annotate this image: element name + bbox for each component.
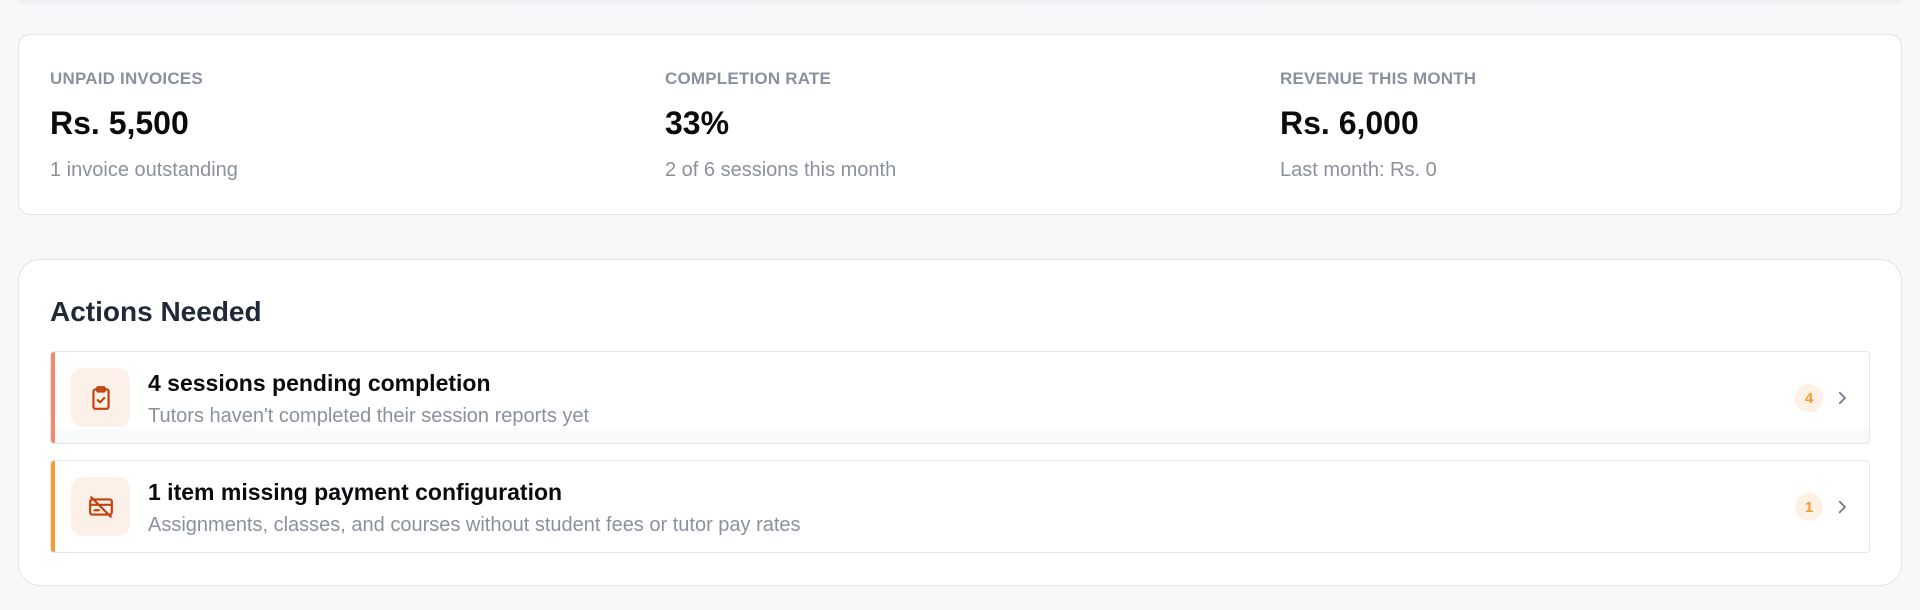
stat-label: COMPLETION RATE <box>665 69 832 88</box>
action-description: Tutors haven't completed their session r… <box>148 405 590 427</box>
stats-summary-card: UNPAID INVOICES Rs. 5,500 1 invoice outs… <box>18 34 1902 215</box>
stat-subtext: 1 invoice outstanding <box>50 159 238 181</box>
stat-subtext: 2 of 6 sessions this month <box>665 159 897 181</box>
stat-label: UNPAID INVOICES <box>50 69 203 88</box>
stat-value: Rs. 6,000 <box>1280 105 1419 141</box>
actions-needed-card: Actions Needed 4 sessions pending comple… <box>18 259 1902 586</box>
chevron-right-icon <box>1838 391 1846 405</box>
stat-subtext: Last month: Rs. 0 <box>1280 159 1437 181</box>
clipboard-check-icon <box>71 368 130 427</box>
stat-value: 33% <box>665 105 730 141</box>
previous-card-edge <box>18 0 1902 6</box>
stat-label: REVENUE THIS MONTH <box>1280 69 1477 88</box>
actions-needed-title: Actions Needed <box>50 296 262 327</box>
count-badge: 1 <box>1795 493 1823 521</box>
credit-card-off-icon <box>71 477 130 536</box>
action-sessions-pending[interactable]: 4 sessions pending completion Tutors hav… <box>50 351 1870 444</box>
stat-unpaid-invoices: UNPAID INVOICES Rs. 5,500 1 invoice outs… <box>50 69 238 182</box>
stat-revenue-this-month: REVENUE THIS MONTH Rs. 6,000 Last month:… <box>1280 69 1476 182</box>
action-text: 4 sessions pending completion Tutors hav… <box>148 370 589 428</box>
stat-completion-rate: COMPLETION RATE 33% 2 of 6 sessions this… <box>665 69 896 182</box>
action-missing-payment-config[interactable]: 1 item missing payment configuration Ass… <box>50 460 1870 553</box>
accent-bar <box>51 461 55 552</box>
action-title: 4 sessions pending completion <box>148 370 491 396</box>
stat-value: Rs. 5,500 <box>50 105 189 141</box>
action-description: Assignments, classes, and courses withou… <box>148 514 801 536</box>
row-footer-strip <box>55 429 1869 443</box>
action-title: 1 item missing payment configuration <box>148 479 563 505</box>
count-badge: 4 <box>1795 384 1823 412</box>
chevron-right-icon <box>1838 500 1846 514</box>
action-text: 1 item missing payment configuration Ass… <box>148 479 801 537</box>
